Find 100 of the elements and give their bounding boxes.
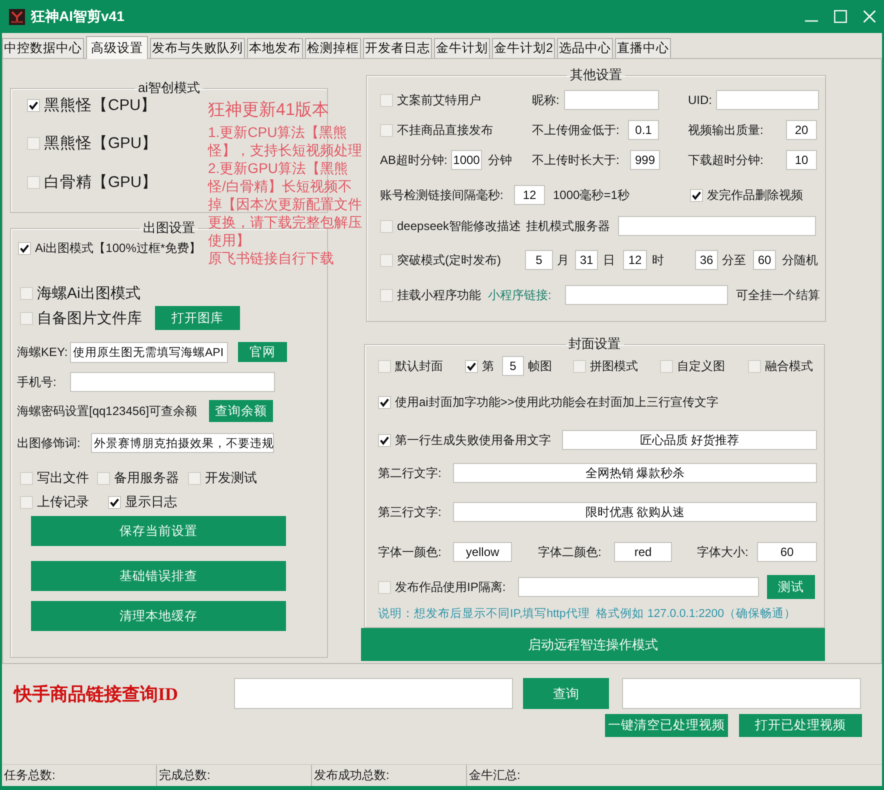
input-field[interactable]: 60 (757, 542, 817, 562)
input-field[interactable]: yellow (453, 542, 512, 562)
tab[interactable]: 检测掉框 (305, 38, 361, 58)
checkbox[interactable]: 黑熊怪【GPU】 (27, 133, 158, 154)
input-field[interactable]: 外景赛博朋克拍摄效果，不要违规 (91, 433, 274, 453)
input-field[interactable] (564, 90, 659, 110)
field-label: 挂机模式服务器 (526, 218, 610, 234)
tab[interactable]: 发布与失败队列 (150, 38, 245, 58)
tab[interactable]: 直播中心 (614, 38, 671, 58)
help-note: 说明：想发布后显示不同IP,填写http代理 格式例如 127.0.0.1:2200（确保畅通） (378, 606, 796, 620)
minimize-icon (805, 20, 818, 22)
link[interactable]: 小程序链接: (488, 286, 552, 304)
checkbox[interactable]: 显示日志 (108, 493, 177, 511)
checkbox[interactable]: 突破模式(定时发布) (380, 252, 501, 268)
checkbox[interactable]: 第一行生成失败使用备用文字 (378, 432, 551, 448)
query-button[interactable]: 查询 (523, 678, 609, 709)
field-label: 分至 (722, 252, 746, 268)
status-text: 发布成功总数: (314, 767, 390, 784)
checkbox[interactable]: 上传记录 (20, 493, 89, 511)
input-field[interactable] (565, 285, 728, 305)
checkbox[interactable]: 第 (465, 358, 494, 374)
input-field[interactable]: 36 (695, 250, 718, 270)
checkbox[interactable]: 融合模式 (748, 358, 813, 374)
announcement-text: 原飞书链接自行下载 (208, 249, 334, 267)
checkbox[interactable]: 写出文件 (20, 469, 89, 487)
action-button[interactable]: 官网 (238, 342, 287, 362)
checkbox[interactable]: 发完作品删除视频 (690, 186, 803, 204)
input-field[interactable] (518, 577, 759, 597)
input-field[interactable]: 限时优惠 欲购从速 (453, 502, 817, 522)
action-button[interactable]: 打开已处理视频 (739, 714, 862, 737)
action-button[interactable]: 一键清空已处理视频 (605, 714, 728, 737)
checkbox[interactable]: 黑熊怪【CPU】 (27, 95, 157, 116)
field-label: 出图修饰词: (17, 434, 80, 452)
input-field[interactable]: 12 (514, 185, 545, 205)
input-field[interactable]: 60 (753, 250, 776, 270)
field-label: 昵称: (532, 92, 560, 108)
tab[interactable]: 金牛计划 (434, 38, 490, 58)
minimize-button[interactable] (805, 20, 818, 22)
input-field[interactable]: 12 (623, 250, 647, 270)
checkbox[interactable]: 发布作品使用IP隔离: (378, 578, 506, 596)
field-label: 分钟 (488, 152, 512, 168)
group-title: 其他设置 (569, 68, 623, 82)
action-button[interactable]: 打开图库 (155, 306, 240, 330)
tab[interactable]: 选品中心 (556, 38, 613, 58)
field-label: 时 (652, 252, 664, 268)
maximize-button[interactable] (834, 10, 847, 23)
field-label: 视频输出质量: (688, 122, 764, 138)
input-field[interactable]: 1000 (451, 150, 482, 170)
input-field[interactable]: red (614, 542, 672, 562)
close-icon (863, 10, 876, 23)
input-field[interactable] (234, 678, 513, 709)
checkbox[interactable]: 拼图模式 (573, 358, 638, 374)
field-label: 不上传时长大于: (532, 152, 620, 168)
input-field[interactable]: 使用原生图无需填写海螺API (70, 342, 228, 362)
input-field[interactable]: 5 (525, 250, 553, 270)
checkbox[interactable]: deepseek智能修改描述 (380, 218, 522, 234)
tab[interactable]: 金牛计划2 (492, 38, 555, 58)
field-label: 第二行文字: (378, 464, 442, 482)
field-label: 字体一颜色: (378, 544, 442, 560)
input-field[interactable]: 0.1 (628, 120, 659, 140)
action-button[interactable]: 查询余额 (209, 400, 273, 422)
input-field[interactable]: 20 (786, 120, 817, 140)
checkbox[interactable]: 文案前艾特用户 (380, 92, 481, 108)
action-button[interactable]: 测试 (767, 575, 815, 599)
checkbox[interactable]: 默认封面 (378, 358, 443, 374)
checkbox[interactable]: 海螺Ai出图模式 (20, 284, 140, 302)
status-text: 任务总数: (4, 767, 56, 784)
input-field[interactable]: 全网热销 爆款秒杀 (453, 463, 817, 483)
input-field[interactable]: 5 (502, 356, 524, 376)
checkbox[interactable]: 白骨精【GPU】 (27, 172, 158, 193)
checkbox[interactable]: 挂载小程序功能 (380, 286, 481, 304)
action-button[interactable]: 基础错误排查 (31, 561, 286, 591)
remote-mode-button[interactable]: 启动远程智连操作模式 (361, 628, 825, 661)
input-field[interactable]: 31 (575, 250, 598, 270)
tab[interactable]: 本地发布 (247, 38, 303, 58)
field-label: 手机号: (17, 374, 56, 390)
checkbox[interactable]: Ai出图模式【100%过框*免费】 (18, 240, 202, 256)
close-button[interactable] (863, 10, 876, 23)
checkbox[interactable]: 开发测试 (188, 469, 257, 487)
field-label: 海螺密码设置[qq123456]可查余额 (17, 402, 198, 420)
tab[interactable]: 中控数据中心 (2, 38, 84, 58)
input-field[interactable]: 999 (630, 150, 660, 170)
checkbox[interactable]: 自备图片文件库 (20, 308, 142, 328)
input-field[interactable] (622, 678, 861, 709)
action-button[interactable]: 保存当前设置 (31, 516, 286, 546)
tab[interactable]: 高级设置 (86, 36, 148, 59)
input-field[interactable] (716, 90, 819, 110)
tab[interactable]: 开发者日志 (363, 38, 432, 58)
checkbox[interactable]: 使用ai封面加字功能>>使用此功能会在封面加上三行宣传文字 (378, 394, 718, 410)
field-label: 第三行文字: (378, 504, 442, 520)
checkbox[interactable]: 自定义图 (660, 358, 725, 374)
checkbox[interactable]: 不挂商品直接发布 (380, 122, 493, 138)
input-field[interactable] (70, 372, 275, 392)
input-field[interactable]: 匠心品质 好货推荐 (562, 430, 817, 450)
field-label: 海螺KEY: (17, 344, 68, 360)
action-button[interactable]: 清理本地缓存 (31, 601, 286, 631)
input-field[interactable] (618, 216, 816, 236)
field-label: 1000毫秒=1秒 (553, 186, 630, 204)
checkbox[interactable]: 备用服务器 (97, 469, 179, 487)
input-field[interactable]: 10 (786, 150, 817, 170)
